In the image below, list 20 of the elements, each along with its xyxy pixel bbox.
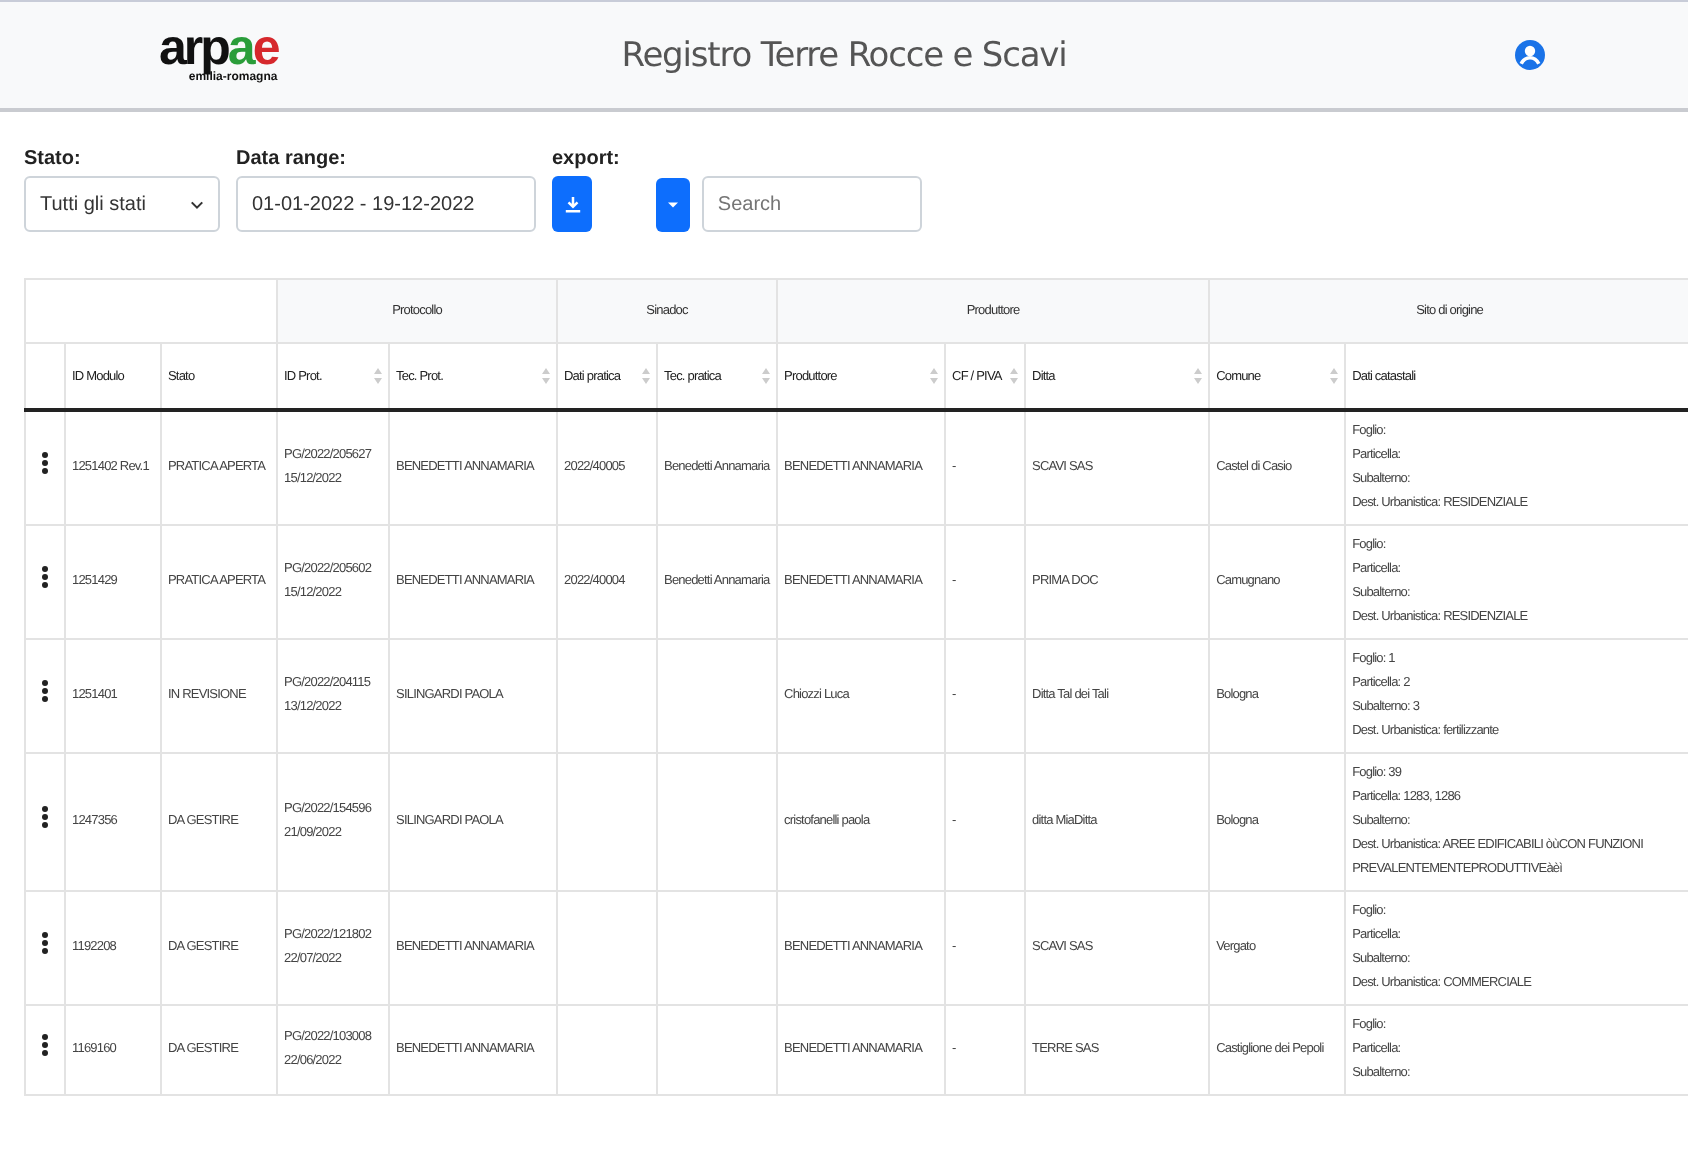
page-title: Registro Terre Rocce e Scavi: [619, 35, 1069, 75]
caret-down-icon: [667, 201, 678, 207]
export-button[interactable]: [552, 176, 592, 232]
more-options-icon[interactable]: [42, 1034, 48, 1056]
more-options-icon[interactable]: [42, 932, 48, 954]
search-options-button[interactable]: [655, 177, 690, 231]
more-options-icon[interactable]: [42, 566, 48, 588]
filter-label: Stato:: [24, 148, 83, 170]
download-icon: [563, 195, 581, 213]
status-dropdown[interactable]: Tutti gli stati: [24, 176, 220, 232]
date-range-field[interactable]: 01-01-2022 - 19-12-2022: [236, 176, 536, 232]
chevron-down-icon: [190, 199, 204, 209]
more-options-icon[interactable]: [42, 680, 48, 702]
filter-label: export:: [552, 148, 620, 170]
logo-text: arpae: [159, 26, 278, 70]
search-field[interactable]: Search: [701, 176, 922, 232]
more-options-icon[interactable]: [42, 452, 48, 474]
user-account-icon[interactable]: [1513, 38, 1546, 72]
filter-label: Data range:: [236, 148, 349, 170]
more-options-icon[interactable]: [42, 806, 48, 828]
